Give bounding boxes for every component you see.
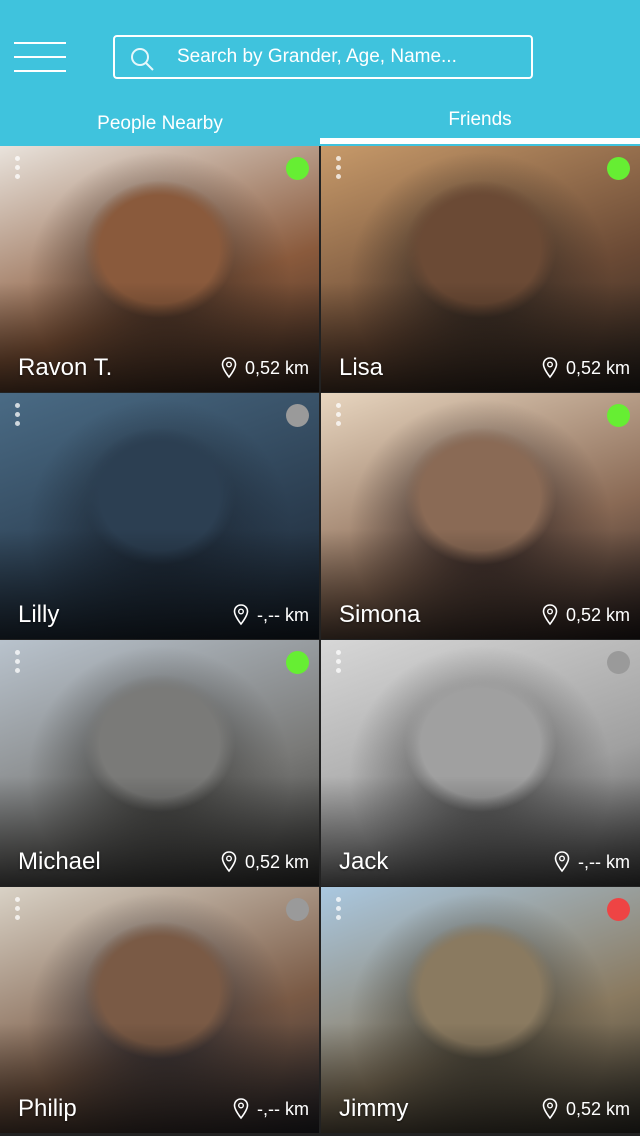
more-options-icon[interactable] — [14, 650, 22, 676]
location-pin-icon — [542, 357, 558, 379]
distance-info: 0,52 km — [542, 603, 630, 627]
search-icon — [131, 48, 154, 71]
location-pin-icon — [542, 604, 558, 626]
distance-label: 0,52 km — [565, 604, 630, 625]
person-card[interactable]: Lilly -,-- km — [0, 393, 319, 639]
search-box[interactable] — [113, 35, 533, 79]
location-pin-icon — [233, 604, 249, 626]
person-name: Lilly — [18, 601, 60, 628]
distance-label: -,-- km — [578, 851, 630, 872]
person-name: Philip — [18, 1095, 77, 1122]
distance-label: -,-- km — [257, 1098, 309, 1119]
distance-info: 0,52 km — [221, 356, 309, 380]
person-name: Jack — [339, 848, 389, 875]
more-options-icon[interactable] — [335, 897, 343, 923]
status-indicator — [607, 404, 630, 427]
person-card[interactable]: Jack -,-- km — [321, 640, 640, 886]
more-options-icon[interactable] — [14, 156, 22, 182]
distance-info: -,-- km — [233, 603, 309, 627]
person-name: Michael — [18, 848, 101, 875]
distance-label: 0,52 km — [244, 357, 309, 378]
distance-info: 0,52 km — [542, 356, 630, 380]
distance-label: 0,52 km — [244, 851, 309, 872]
status-indicator — [286, 404, 309, 427]
distance-info: -,-- km — [554, 850, 630, 874]
status-indicator — [286, 898, 309, 921]
person-name: Lisa — [339, 354, 384, 381]
person-card[interactable]: Michael 0,52 km — [0, 640, 319, 886]
location-pin-icon — [221, 851, 237, 873]
person-card[interactable]: Ravon T. 0,52 km — [0, 146, 319, 392]
tab-friends[interactable]: Friends — [320, 104, 640, 144]
distance-info: -,-- km — [233, 1097, 309, 1121]
app-header: People Nearby Friends — [0, 0, 640, 146]
search-input[interactable] — [177, 37, 527, 77]
tab-people-nearby[interactable]: People Nearby — [0, 108, 320, 146]
more-options-icon[interactable] — [335, 650, 343, 676]
menu-icon[interactable] — [14, 40, 66, 74]
person-name: Ravon T. — [18, 354, 113, 381]
status-indicator — [607, 898, 630, 921]
status-indicator — [607, 157, 630, 180]
person-name: Jimmy — [339, 1095, 409, 1122]
person-card[interactable]: Jimmy 0,52 km — [321, 887, 640, 1133]
distance-label: -,-- km — [257, 604, 309, 625]
distance-info: 0,52 km — [542, 1097, 630, 1121]
status-indicator — [286, 157, 309, 180]
more-options-icon[interactable] — [14, 403, 22, 429]
distance-info: 0,52 km — [221, 850, 309, 874]
distance-label: 0,52 km — [565, 1098, 630, 1119]
person-card[interactable]: Philip -,-- km — [0, 887, 319, 1133]
status-indicator — [286, 651, 309, 674]
people-grid: Ravon T. 0,52 km Lisa 0,52 km Lilly -,-- km Si… — [0, 146, 640, 1136]
status-indicator — [607, 651, 630, 674]
person-name: Simona — [339, 601, 421, 628]
location-pin-icon — [233, 1098, 249, 1120]
more-options-icon[interactable] — [14, 897, 22, 923]
person-card[interactable]: Lisa 0,52 km — [321, 146, 640, 392]
location-pin-icon — [221, 357, 237, 379]
location-pin-icon — [542, 1098, 558, 1120]
person-card[interactable]: Simona 0,52 km — [321, 393, 640, 639]
distance-label: 0,52 km — [565, 357, 630, 378]
location-pin-icon — [554, 851, 570, 873]
more-options-icon[interactable] — [335, 156, 343, 182]
more-options-icon[interactable] — [335, 403, 343, 429]
